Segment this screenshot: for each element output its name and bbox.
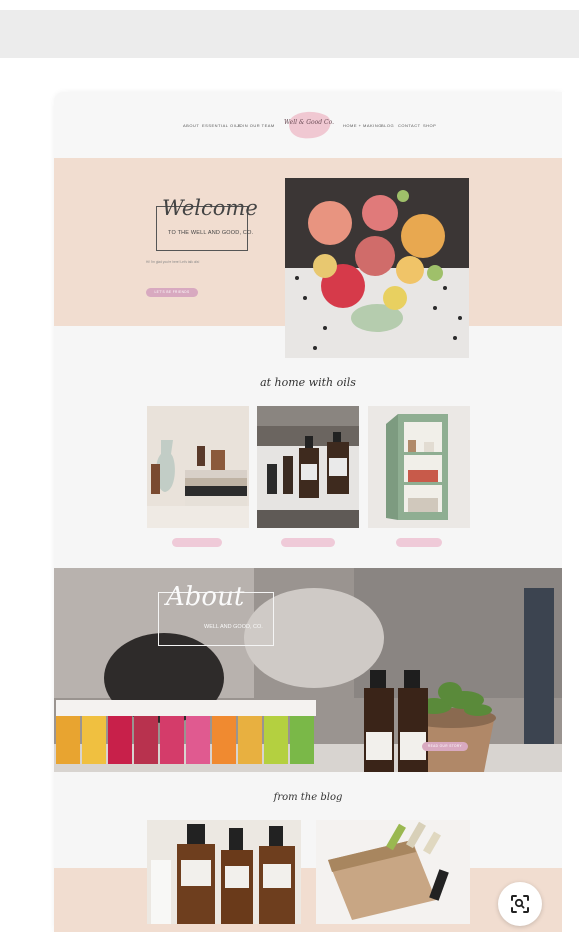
oils-card-button-3[interactable]: [396, 538, 442, 547]
nav-about[interactable]: ABOUT: [183, 123, 199, 128]
about-heading: About: [166, 582, 245, 612]
page-edge: [562, 92, 579, 932]
nav-contact[interactable]: CONTACT: [398, 123, 421, 128]
nav-home-making[interactable]: HOME + MAKING: [343, 123, 382, 128]
lets-be-friends-button[interactable]: LET'S BE FRIENDS: [146, 288, 198, 297]
oils-card-button-2[interactable]: [281, 538, 335, 547]
about-subheading: WELL AND GOOD, CO.: [204, 624, 263, 630]
about-section: About WELL AND GOOD, CO. READ OUR STORY: [54, 568, 562, 772]
hero-body-text: Hi! I'm glad you're here! Let's talk oil…: [146, 260, 200, 264]
top-bar: [0, 10, 579, 58]
read-our-story-button[interactable]: READ OUR STORY: [422, 742, 468, 751]
blog-image-cleaners[interactable]: [147, 820, 301, 924]
site-logo[interactable]: Well & Good Co.: [283, 106, 335, 142]
nav-join-our-team[interactable]: JOIN OUR TEAM: [237, 123, 275, 128]
about-background-image: [54, 568, 562, 772]
nav-essential-oils[interactable]: ESSENTIAL OILS: [202, 123, 241, 128]
welcome-heading: Welcome: [162, 196, 258, 220]
oils-section-title: at home with oils: [260, 376, 356, 389]
oils-image-sprays[interactable]: [257, 406, 359, 528]
nav-blog[interactable]: BLOG: [381, 123, 394, 128]
flower-bouquet-image: [285, 178, 469, 358]
nav-shop[interactable]: SHOP: [423, 123, 436, 128]
blog-image-pouch[interactable]: [316, 820, 470, 924]
website-preview: ABOUT ESSENTIAL OILS JOIN OUR TEAM Well …: [54, 92, 562, 932]
oils-card-button-1[interactable]: [172, 538, 222, 547]
site-nav: ABOUT ESSENTIAL OILS JOIN OUR TEAM Well …: [54, 92, 562, 158]
visual-search-button[interactable]: [498, 882, 542, 926]
oils-image-cabinet[interactable]: [368, 406, 470, 528]
blog-section-title: from the blog: [273, 792, 343, 803]
welcome-subheading: TO THE WELL AND GOOD, CO.: [168, 230, 254, 236]
oils-image-books[interactable]: [147, 406, 249, 528]
visual-search-icon: [511, 895, 529, 913]
logo-text: Well & Good Co.: [284, 119, 334, 126]
blog-band: [54, 868, 562, 932]
